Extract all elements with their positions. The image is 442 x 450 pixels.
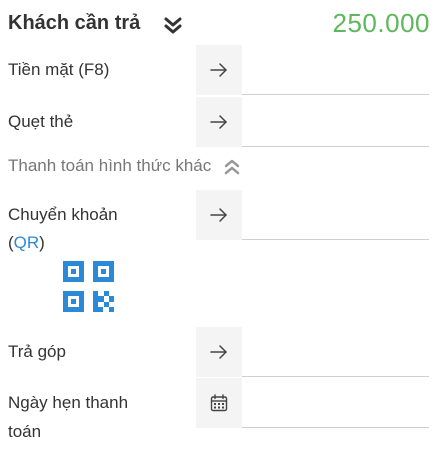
customer-payable-title: Khách cần trả <box>8 12 141 34</box>
payable-amount: 250.000 <box>332 8 430 38</box>
arrow-right-icon <box>210 345 227 359</box>
qr-close-paren: ) <box>39 233 45 252</box>
installment-fill-button[interactable] <box>196 327 242 377</box>
other-methods-toggle[interactable]: Thanh toán hình thức khác <box>8 156 242 182</box>
due-date-input[interactable] <box>242 378 429 427</box>
transfer-label: Chuyển khoản <box>8 205 118 224</box>
installment-label: Trả góp <box>8 342 66 361</box>
transfer-fill-button[interactable] <box>196 190 242 240</box>
qr-link[interactable]: QR <box>14 233 40 252</box>
payment-header: Khách cần trả 250.000 <box>8 8 432 44</box>
card-label: Quẹt thẻ <box>8 112 74 131</box>
double-chevron-down-icon[interactable] <box>162 15 184 37</box>
arrow-right-icon <box>210 63 227 77</box>
cash-label: Tiền mặt (F8) <box>8 60 110 79</box>
cash-amount-input[interactable] <box>242 45 429 94</box>
arrow-right-icon <box>210 208 227 222</box>
due-date-label-line1: Ngày hẹn thanh <box>8 393 129 412</box>
installment-amount-input[interactable] <box>242 327 429 376</box>
double-chevron-up-icon <box>222 157 242 177</box>
arrow-right-icon <box>210 115 227 129</box>
card-fill-button[interactable] <box>196 97 242 147</box>
card-amount-input[interactable] <box>242 97 429 146</box>
calendar-icon <box>210 394 228 412</box>
qr-code-icon[interactable] <box>63 261 114 312</box>
transfer-qr-label: (QR) <box>8 229 45 257</box>
due-date-picker-button[interactable] <box>196 378 242 428</box>
due-date-label-line2: toán <box>8 422 42 441</box>
cash-fill-button[interactable] <box>196 45 242 95</box>
other-methods-label: Thanh toán hình thức khác <box>8 156 212 175</box>
transfer-amount-input[interactable] <box>242 190 429 239</box>
